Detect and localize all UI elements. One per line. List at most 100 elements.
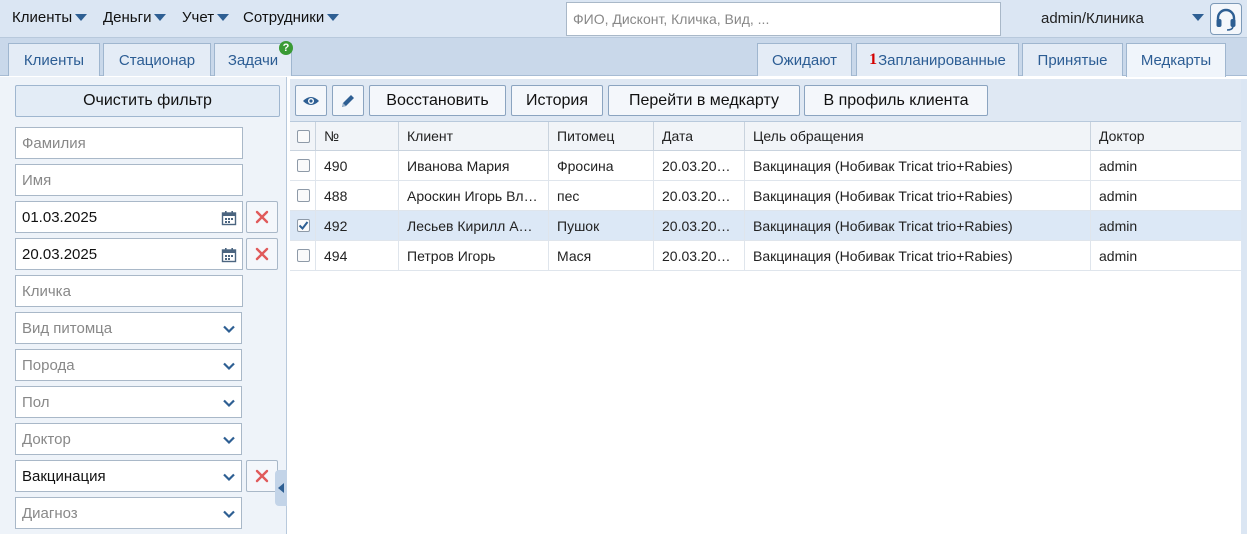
species-select[interactable]: Вид питомца <box>15 312 242 344</box>
table-row[interactable]: 490 Иванова Мария Фросина 20.03.20… Вакц… <box>290 151 1241 181</box>
clear-date-to-button[interactable] <box>246 238 278 270</box>
collapse-panel-handle[interactable] <box>275 470 287 506</box>
cell-pet: Пушок <box>549 211 654 240</box>
table-row[interactable]: 494 Петров Игорь Мася 20.03.20… Вакцинац… <box>290 241 1241 271</box>
header-date[interactable]: Дата <box>654 122 745 150</box>
calendar-icon[interactable] <box>221 247 237 263</box>
table-row[interactable]: 492 Лесьев Кирилл А… Пушок 20.03.20… Вак… <box>290 211 1241 241</box>
doctor-select[interactable]: Доктор <box>15 423 242 455</box>
cell-client: Петров Игорь <box>399 241 549 270</box>
tab-tasks-label: Задачи <box>227 51 279 69</box>
medcards-table: № Клиент Питомец Дата Цель обращения Док… <box>290 122 1241 271</box>
row-checkbox-cell <box>290 241 316 270</box>
cell-pet: Мася <box>549 241 654 270</box>
clear-purpose-button[interactable] <box>246 460 278 492</box>
checkmark-icon <box>298 221 309 231</box>
menu-employees[interactable]: Сотрудники <box>243 9 340 26</box>
cell-date: 20.03.20… <box>654 151 745 180</box>
row-checkbox[interactable] <box>297 189 310 202</box>
client-profile-label: В профиль клиента <box>823 91 969 109</box>
header-client[interactable]: Клиент <box>399 122 549 150</box>
clear-filter-label: Очистить фильтр <box>83 92 212 109</box>
tab-accepted-label: Принятые <box>1037 51 1108 69</box>
menu-accounting[interactable]: Учет <box>182 9 230 26</box>
select-all-checkbox[interactable] <box>297 129 310 143</box>
select-all-cell <box>290 122 316 150</box>
goto-medcard-button[interactable]: Перейти в медкарту <box>608 85 800 116</box>
cell-doctor: admin <box>1099 187 1138 204</box>
edit-button[interactable] <box>332 85 364 116</box>
chevron-down-icon <box>327 14 340 21</box>
clear-filter-button[interactable]: Очистить фильтр <box>15 85 280 117</box>
chevron-left-icon <box>278 483 284 493</box>
nickname-field[interactable]: Кличка <box>15 275 243 307</box>
history-button[interactable]: История <box>511 85 603 116</box>
client-profile-button[interactable]: В профиль клиента <box>804 85 988 116</box>
menu-accounting-label: Учет <box>182 9 215 26</box>
cell-purpose: Вакцинация (Нобивак Tricat trio+Rabies) <box>745 241 1091 270</box>
close-icon <box>255 247 269 261</box>
close-icon <box>255 469 269 483</box>
user-clinic-label: admin/Клиника <box>1041 10 1144 27</box>
cell-purpose: Вакцинация (Нобивак Tricat trio+Rabies) <box>745 151 1091 180</box>
row-checkbox[interactable] <box>297 159 310 172</box>
surname-placeholder: Фамилия <box>22 134 86 152</box>
tab-planned[interactable]: 1 Запланированные <box>856 43 1019 76</box>
tab-medcards-label: Медкарты <box>1140 52 1212 69</box>
tab-waiting[interactable]: Ожидают <box>757 43 852 76</box>
view-button[interactable] <box>295 85 327 116</box>
tab-inpatient[interactable]: Стационар <box>103 43 211 76</box>
row-checkbox[interactable] <box>297 219 310 232</box>
diagnosis-select[interactable]: Диагноз <box>15 497 242 529</box>
cell-pet: Фросина <box>549 151 654 180</box>
name-field[interactable]: Имя <box>15 164 243 196</box>
date-from-value: 01.03.2025 <box>22 208 98 226</box>
surname-field[interactable]: Фамилия <box>15 127 243 159</box>
breed-value: Порода <box>22 356 75 374</box>
date-from-field[interactable]: 01.03.2025 <box>15 201 243 233</box>
header-num[interactable]: № <box>316 122 399 150</box>
cell-doctor: admin <box>1099 157 1138 174</box>
tab-waiting-label: Ожидают <box>772 51 837 69</box>
tab-clients-label: Клиенты <box>23 51 85 69</box>
support-button[interactable] <box>1210 3 1242 35</box>
date-to-field[interactable]: 20.03.2025 <box>15 238 243 270</box>
menu-money-label: Деньги <box>103 9 152 26</box>
sex-select[interactable]: Пол <box>15 386 242 418</box>
restore-button[interactable]: Восстановить <box>369 85 506 116</box>
filter-panel: Очистить фильтр Фамилия Имя 01.03.2025 2… <box>0 77 287 534</box>
menu-clients[interactable]: Клиенты <box>12 9 88 26</box>
cell-date: 20.03.20… <box>654 241 745 270</box>
close-icon <box>255 210 269 224</box>
breed-select[interactable]: Порода <box>15 349 242 381</box>
table-body: 490 Иванова Мария Фросина 20.03.20… Вакц… <box>290 151 1241 271</box>
header-doctor[interactable]: Доктор <box>1091 122 1241 150</box>
global-search-input[interactable] <box>566 2 1001 36</box>
header-pet[interactable]: Питомец <box>549 122 654 150</box>
menu-employees-label: Сотрудники <box>243 9 325 26</box>
chevron-down-icon <box>223 399 235 408</box>
cell-num: 490 <box>316 151 399 180</box>
chevron-down-icon <box>223 436 235 445</box>
cell-pet: пес <box>549 181 654 210</box>
header-purpose[interactable]: Цель обращения <box>745 122 1091 150</box>
row-checkbox[interactable] <box>297 249 310 262</box>
tab-clients[interactable]: Клиенты <box>8 43 100 76</box>
restore-label: Восстановить <box>386 91 489 109</box>
chevron-down-icon <box>75 14 88 21</box>
cell-client: Ароскин Игорь Вл… <box>399 181 549 210</box>
table-row[interactable]: 488 Ароскин Игорь Вл… пес 20.03.20… Вакц… <box>290 181 1241 211</box>
name-placeholder: Имя <box>22 171 52 189</box>
tab-accepted[interactable]: Принятые <box>1022 43 1123 76</box>
clear-date-from-button[interactable] <box>246 201 278 233</box>
calendar-icon[interactable] <box>221 210 237 226</box>
cell-purpose: Вакцинация (Нобивак Tricat trio+Rabies) <box>745 181 1091 210</box>
menu-money[interactable]: Деньги <box>103 9 167 26</box>
user-menu-chevron-icon[interactable] <box>1192 14 1204 21</box>
tab-medcards[interactable]: Медкарты <box>1126 43 1226 77</box>
table-header: № Клиент Питомец Дата Цель обращения Док… <box>290 122 1241 151</box>
cell-date: 20.03.20… <box>654 211 745 240</box>
cell-num: 494 <box>316 241 399 270</box>
purpose-select[interactable]: Вакцинация <box>15 460 242 492</box>
pencil-icon <box>342 94 354 107</box>
